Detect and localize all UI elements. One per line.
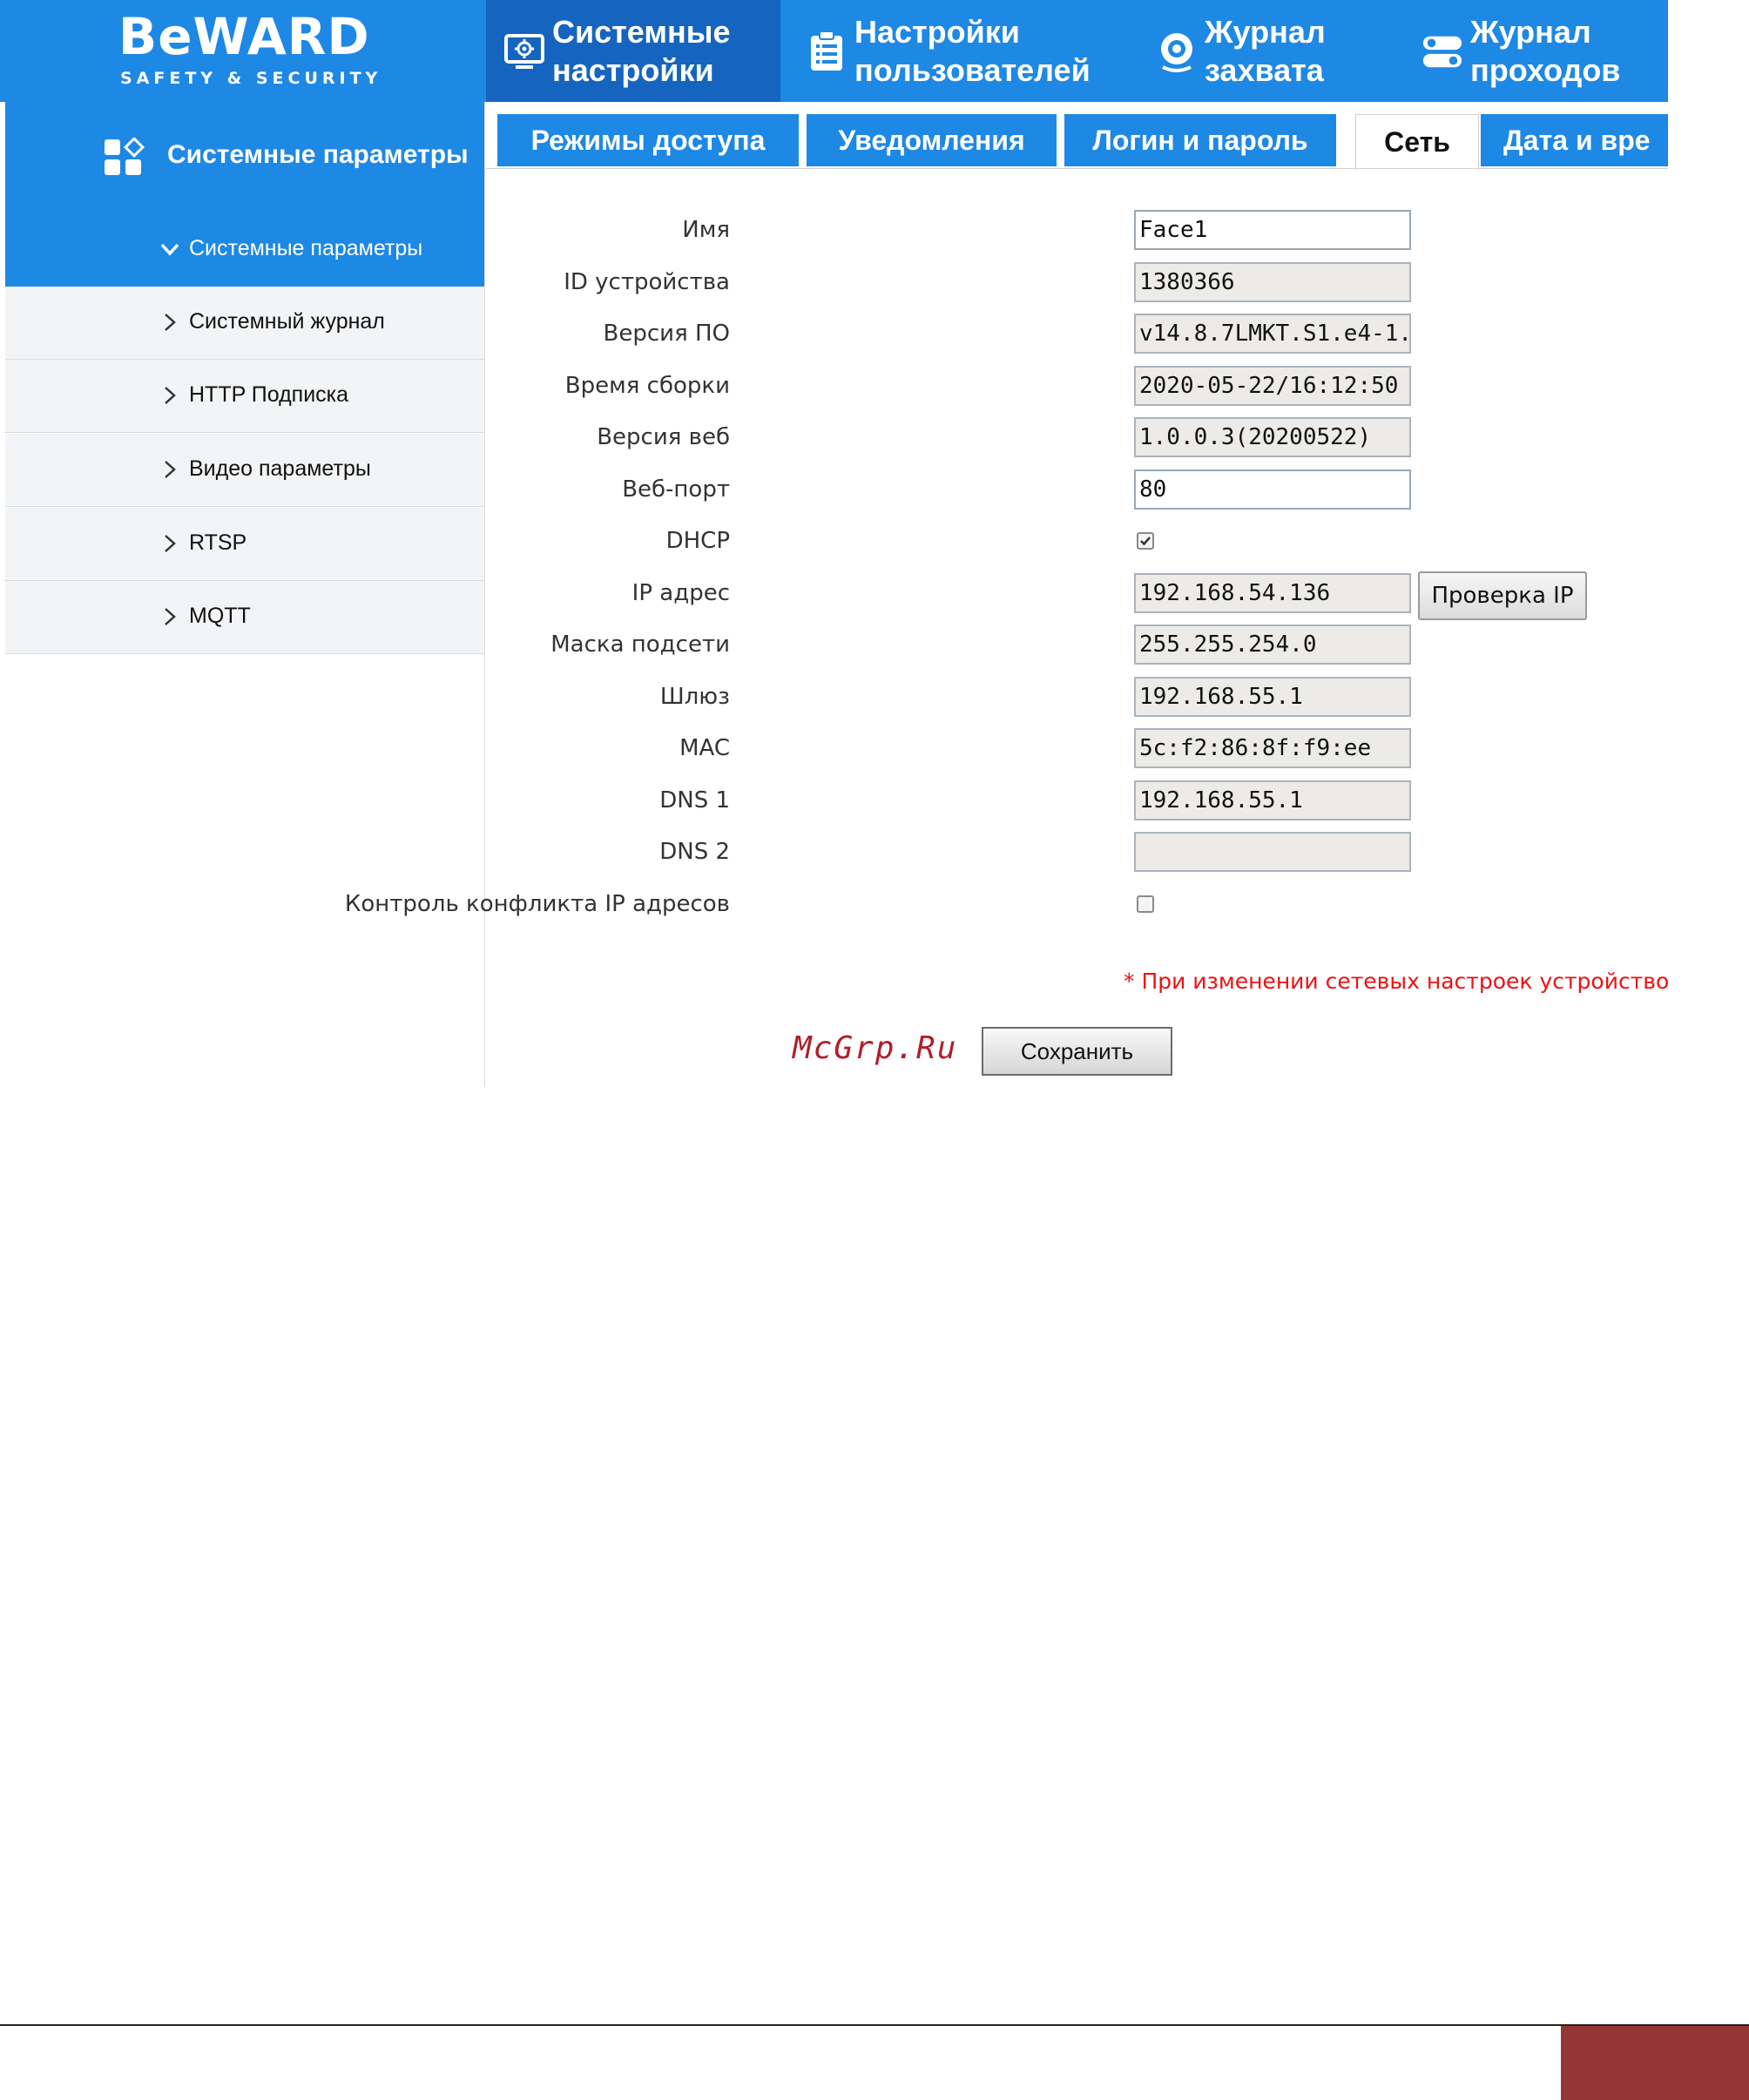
sidebar-item-video-params[interactable]: Видео параметры xyxy=(5,434,484,507)
sidebar-item-system-log[interactable]: Системный журнал xyxy=(5,287,484,360)
dhcp-checkbox[interactable] xyxy=(1137,532,1154,550)
ip-conflict-checkbox[interactable] xyxy=(1137,895,1154,913)
dns1-field: 192.168.55.1 xyxy=(1134,780,1411,820)
sidebar-item-label: RTSP xyxy=(189,530,247,555)
name-field[interactable]: Face1 xyxy=(1134,210,1411,250)
monitor-gear-icon xyxy=(503,30,545,73)
form-row-fw-version: Версия ПО v14.8.7LMKT.S1.e4-1.0.7 xyxy=(488,314,1668,355)
form-row-name: Имя Face1 xyxy=(488,210,1668,252)
check-ip-button[interactable]: Проверка IP xyxy=(1418,571,1587,620)
dns2-label: DNS 2 xyxy=(659,839,730,865)
top-navigation-bar: BeWARD SAFETY & SECURITY Системные настр… xyxy=(0,0,1668,102)
nav-label: Системные настройки xyxy=(552,13,731,88)
device-id-label: ID устройства xyxy=(564,269,730,295)
form-row-ip: IP адрес 192.168.54.136 Проверка IP xyxy=(488,571,1668,620)
tab-date-time[interactable]: Дата и вре xyxy=(1481,114,1668,166)
sidebar-header-label: Системные параметры xyxy=(167,140,469,169)
sidebar-item-label: HTTP Подписка xyxy=(189,382,349,407)
chevron-right-icon xyxy=(160,313,179,332)
form-row-ip-conflict: Контроль конфликта IP адресов xyxy=(345,884,1668,926)
form-row-mac: MAC 5c:f2:86:8f:f9:ee xyxy=(488,728,1668,770)
app-screen: BeWARD SAFETY & SECURITY Системные настр… xyxy=(0,0,1668,1087)
form-row-dhcp: DHCP xyxy=(488,521,1668,563)
name-label: Имя xyxy=(682,217,730,243)
gateway-field: 192.168.55.1 xyxy=(1134,677,1411,717)
mask-label: Маска подсети xyxy=(550,631,730,658)
tabs-divider xyxy=(486,168,1668,169)
build-time-field: 2020-05-22/16:12:50 xyxy=(1134,366,1411,406)
web-port-label: Веб-порт xyxy=(622,476,730,503)
nav-label: Настройки пользователей xyxy=(854,13,1091,88)
form-row-web-port: Веб-порт 80 xyxy=(488,469,1668,511)
ip-label: IP адрес xyxy=(631,580,730,606)
logo-tagline: SAFETY & SECURITY xyxy=(120,69,382,88)
beward-logo: BeWARD SAFETY & SECURITY xyxy=(0,0,486,102)
sidebar-item-http-subscription[interactable]: HTTP Подписка xyxy=(5,360,484,433)
chevron-right-icon xyxy=(160,607,179,626)
sidebar-item-label: Системные параметры xyxy=(189,236,423,260)
form-row-web-version: Версия веб 1.0.0.3(20200522) xyxy=(488,417,1668,459)
form-row-dns2: DNS 2 xyxy=(488,832,1668,874)
dhcp-label: DHCP xyxy=(665,528,730,554)
mac-label: MAC xyxy=(679,735,730,761)
form-row-build-time: Время сборки 2020-05-22/16:12:50 xyxy=(488,366,1668,408)
gateway-label: Шлюз xyxy=(659,684,730,710)
chevron-down-icon xyxy=(160,240,179,259)
form-row-dns1: DNS 1 192.168.55.1 xyxy=(488,780,1668,822)
device-id-field: 1380366 xyxy=(1134,262,1411,302)
tab-notifications[interactable]: Уведомления xyxy=(807,114,1057,166)
tab-network[interactable]: Сеть xyxy=(1355,114,1479,170)
page-footer-block xyxy=(1561,2026,1749,2100)
dns1-label: DNS 1 xyxy=(659,787,730,814)
dns2-field xyxy=(1134,832,1411,872)
fw-version-label: Версия ПО xyxy=(603,321,730,347)
web-version-label: Версия веб xyxy=(597,424,730,450)
chevron-right-icon xyxy=(160,386,179,405)
nav-user-settings[interactable]: Настройки пользователей xyxy=(806,0,1119,102)
page-footer-line xyxy=(0,2024,1749,2026)
nav-label: Журнал проходов xyxy=(1470,13,1621,88)
nav-label: Журнал захвата xyxy=(1205,13,1326,88)
mask-field: 255.255.254.0 xyxy=(1134,625,1411,665)
clipboard-list-icon xyxy=(806,30,847,73)
logo-wordmark: BeWARD xyxy=(118,7,370,66)
sidebar-header: Системные параметры xyxy=(5,102,484,213)
mac-field: 5c:f2:86:8f:f9:ee xyxy=(1134,728,1411,768)
network-change-notice: * При изменении сетевых настроек устройс… xyxy=(1124,969,1668,994)
watermark: McGrp.Ru xyxy=(793,1030,958,1066)
chevron-right-icon xyxy=(160,460,179,479)
ip-conflict-label: Контроль конфликта IP адресов xyxy=(344,891,730,917)
apps-grid-icon xyxy=(103,136,145,178)
camera-lens-icon xyxy=(1156,30,1198,73)
web-port-field[interactable]: 80 xyxy=(1134,469,1411,510)
build-time-label: Время сборки xyxy=(564,373,730,399)
toggle-switches-icon xyxy=(1421,30,1463,73)
nav-capture-log[interactable]: Журнал захвата xyxy=(1156,0,1382,102)
sidebar: Системные параметры Системные параметры … xyxy=(5,102,485,1087)
fw-version-field: v14.8.7LMKT.S1.e4-1.0.7 xyxy=(1134,314,1411,354)
form-row-device-id: ID устройства 1380366 xyxy=(488,262,1668,304)
sidebar-item-label: Видео параметры xyxy=(189,456,371,481)
ip-field: 192.168.54.136 xyxy=(1134,573,1411,613)
settings-tabs: Режимы доступа Уведомления Логин и парол… xyxy=(486,102,1668,170)
nav-passage-log[interactable]: Журнал проходов xyxy=(1421,0,1668,102)
checkmark-icon xyxy=(1140,537,1151,546)
sidebar-item-rtsp[interactable]: RTSP xyxy=(5,508,484,581)
tab-login-password[interactable]: Логин и пароль xyxy=(1064,114,1336,166)
sidebar-item-label: Системный журнал xyxy=(189,309,385,334)
tab-access-modes[interactable]: Режимы доступа xyxy=(497,114,799,166)
sidebar-item-system-params[interactable]: Системные параметры xyxy=(5,213,484,287)
nav-system-settings[interactable]: Системные настройки xyxy=(486,0,780,102)
web-version-field: 1.0.0.3(20200522) xyxy=(1134,417,1411,457)
chevron-right-icon xyxy=(160,534,179,553)
form-row-gateway: Шлюз 192.168.55.1 xyxy=(488,677,1668,719)
save-button[interactable]: Сохранить xyxy=(982,1027,1172,1076)
sidebar-item-label: MQTT xyxy=(189,604,251,628)
form-row-mask: Маска подсети 255.255.254.0 xyxy=(488,625,1668,666)
sidebar-item-mqtt[interactable]: MQTT xyxy=(5,581,484,654)
